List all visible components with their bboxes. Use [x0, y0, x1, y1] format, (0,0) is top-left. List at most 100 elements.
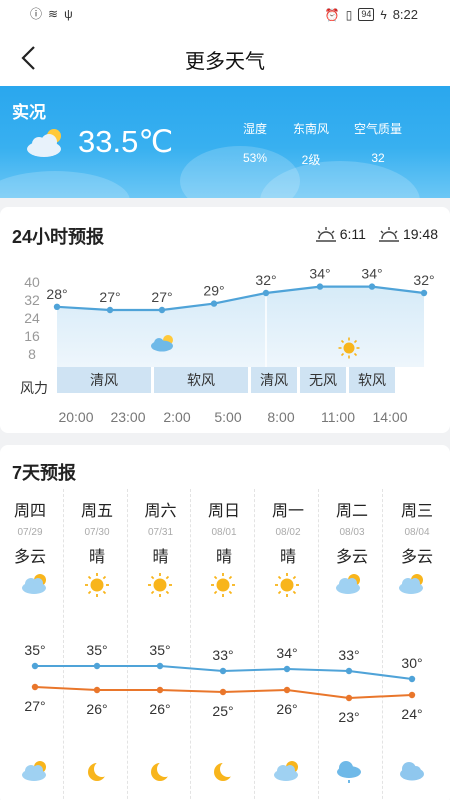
high-temp-point [408, 675, 416, 683]
moon-icon [151, 761, 173, 781]
cloudy-moon-icon [151, 335, 173, 352]
cloudy-sun-icon [336, 574, 360, 594]
header: 更多天气 [0, 30, 450, 86]
high-temp-label: 35° [24, 642, 45, 658]
high-temp-label: 30° [401, 655, 422, 671]
humidity-value: 53% [242, 151, 268, 165]
sun-icon [85, 573, 109, 597]
high-temp-label: 34° [276, 645, 297, 661]
low-temp-point [345, 694, 353, 702]
low-temp-label: 25° [212, 703, 233, 719]
temperature-point [316, 283, 324, 290]
alarm-icon: ⏰ [324, 7, 340, 22]
hourly-temperature-chart: 28° 27° 27° 29° 32° 34° 34° 32° [46, 266, 435, 367]
temperature-label: 32° [413, 272, 434, 288]
wind-segment: 无风 [300, 367, 346, 393]
sun-icon [148, 573, 172, 597]
temperature-label: 27° [151, 289, 172, 305]
low-temp-point [93, 686, 101, 694]
temperature-point [210, 300, 218, 307]
sun-icon [275, 573, 299, 597]
wind-value: 2级 [301, 153, 321, 167]
wifi-icon: ≋ [48, 7, 59, 21]
sun-icon [211, 573, 235, 597]
cloudy-sun-icon [22, 574, 46, 594]
status-bar: ⓘ ≋ ψ ⏰ ▯ 94 ϟ 8:22 [0, 0, 450, 30]
high-temp-point [345, 667, 353, 675]
temperature-label: 34° [309, 266, 330, 282]
low-temp-point [283, 686, 291, 694]
alert-icon: ⓘ [30, 7, 43, 21]
sun-icon [338, 337, 360, 359]
usb-icon: ψ [64, 7, 73, 21]
temperature-point [368, 283, 376, 290]
temperature-label: 27° [99, 289, 120, 305]
cloudy-moon-icon [22, 761, 46, 781]
hour-label: 8:00 [267, 409, 295, 425]
temperature-point [158, 306, 166, 314]
low-temp-point [31, 683, 39, 691]
current-weather-banner: 实况 33.5℃ 湿度 53% 东南风 2级 空气质量 32 [0, 86, 450, 198]
cloudy-sun-icon [27, 129, 61, 157]
clock: 8:22 [392, 7, 418, 22]
temperature-point [262, 289, 270, 297]
temperature-label: 29° [203, 283, 224, 299]
air-quality-metric: 空气质量 32 [345, 120, 411, 165]
high-temp-label: 35° [86, 642, 107, 658]
low-temp-point [408, 691, 416, 699]
humidity-label: 湿度 [242, 122, 267, 136]
page-title: 更多天气 [185, 51, 265, 73]
low-temp-label: 26° [149, 701, 170, 717]
temperature-label: 32° [255, 272, 276, 288]
rain-cloud-icon [337, 761, 361, 783]
vibrate-icon: ▯ [345, 7, 353, 22]
daily-temperature-chart: 35° 27° 35° 26° 35° 26° 33° 25° 34° 26° 33° 23° 30° 2… [22, 573, 424, 783]
hour-label: 20:00 [58, 409, 94, 425]
wind-segment: 软风 [154, 367, 248, 393]
high-temp-point [93, 662, 101, 670]
low-temp-label: 26° [276, 701, 297, 717]
low-temp-label: 26° [86, 701, 107, 717]
hour-label: 11:00 [321, 409, 355, 425]
low-temp-label: 24° [401, 706, 422, 722]
daily-forecast-card: 7天预报 周四 07/29 多云 周五 07/30 晴周六 07/31 晴周日 08/01 晴周一… [0, 445, 450, 800]
current-label: 实况 [12, 103, 46, 122]
hour-label: 14:00 [372, 409, 408, 425]
temperature-point [106, 306, 114, 314]
high-temp-point [156, 662, 164, 670]
moon-icon [88, 761, 110, 781]
temperature-point [420, 289, 428, 297]
cloud-icon [400, 762, 424, 781]
battery-icon: 94 [358, 8, 375, 21]
wind-segment: 清风 [57, 367, 151, 393]
temperature-point [53, 303, 61, 310]
wind-segment: 软风 [349, 367, 395, 393]
low-temp-point [219, 688, 227, 696]
moon-icon [214, 761, 236, 781]
wind-level-label: 风力 [20, 380, 48, 396]
low-temp-point [156, 686, 164, 694]
temperature-label: 34° [361, 266, 382, 282]
hour-label: 5:00 [214, 409, 242, 425]
high-temp-label: 35° [149, 642, 170, 658]
high-temp-point [31, 662, 39, 670]
air-quality-label: 空气质量 [353, 122, 402, 136]
cloudy-sun-icon [399, 574, 423, 594]
current-temperature: 33.5℃ [78, 124, 174, 159]
air-quality-value: 32 [371, 151, 385, 165]
cloudy-moon-icon [274, 761, 298, 781]
low-temp-label: 23° [338, 709, 359, 725]
humidity-metric: 湿度 53% [230, 120, 280, 165]
high-temp-point [219, 667, 227, 675]
weather-page: ⓘ ≋ ψ ⏰ ▯ 94 ϟ 8:22 更多天气 实况 33.5℃ 湿度 53%… [0, 0, 450, 800]
high-temp-label: 33° [212, 647, 233, 663]
high-temp-label: 33° [338, 647, 359, 663]
charging-icon: ϟ [380, 7, 387, 22]
wind-segment: 清风 [251, 367, 297, 393]
wind-label: 东南风 [292, 122, 329, 136]
temperature-label: 28° [46, 286, 67, 302]
wind-metric: 东南风 2级 [283, 120, 339, 168]
high-temp-point [283, 665, 291, 673]
hourly-forecast-card: 24小时预报 6:11 19:48 40 32 24 16 8 28° 27° … [0, 207, 450, 433]
low-temp-label: 27° [24, 698, 45, 714]
